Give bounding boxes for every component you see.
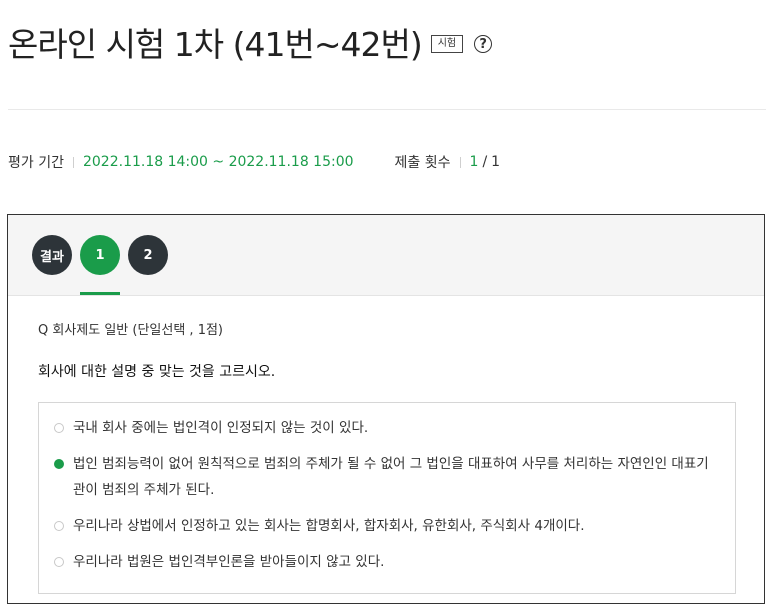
- exam-meta: 평가 기간 2022.11.18 14:00 ~ 2022.11.18 15:0…: [8, 152, 500, 172]
- tab-result[interactable]: 결과: [32, 235, 72, 275]
- radio-button-selected[interactable]: [54, 459, 64, 469]
- tab-question-1[interactable]: 1: [80, 235, 120, 275]
- separator: [459, 156, 461, 168]
- question-panel: 결과 1 2 Q 회사제도 일반 (단일선택 , 1점) 회사에 대한 설명 중…: [7, 214, 765, 604]
- tab-question-2[interactable]: 2: [128, 235, 168, 275]
- submit-count-slash: /: [482, 154, 488, 170]
- period-value: 2022.11.18 14:00 ~ 2022.11.18 15:00: [82, 154, 354, 170]
- question-text: 회사에 대한 설명 중 맞는 것을 고르시오.: [38, 364, 276, 380]
- submit-count-total: 1: [491, 154, 501, 170]
- submit-count-value: 1: [469, 154, 479, 170]
- question-tab-bar: 결과 1 2: [8, 215, 764, 296]
- answer-option[interactable]: 국내 회사 중에는 법인격이 인정되지 않는 것이 있다.: [39, 415, 735, 441]
- answer-option-text: 국내 회사 중에는 법인격이 인정되지 않는 것이 있다.: [73, 420, 369, 436]
- help-icon[interactable]: ?: [474, 35, 493, 53]
- answer-option-text: 법인 범죄능력이 없어 원칙적으로 범죄의 주체가 될 수 없어 그 법인을 대…: [73, 456, 709, 498]
- question-header: Q 회사제도 일반 (단일선택 , 1점): [38, 323, 224, 338]
- title-row: 온라인 시험 1차 (41번~42번) 시험 ?: [8, 18, 493, 66]
- answer-option-text: 우리나라 법원은 법인격부인론을 받아들이지 않고 있다.: [73, 554, 385, 570]
- period-label: 평가 기간: [8, 155, 64, 171]
- radio-button[interactable]: [54, 557, 64, 567]
- radio-button[interactable]: [54, 521, 64, 531]
- page-title: 온라인 시험 1차 (41번~42번): [8, 25, 423, 64]
- answer-option[interactable]: 우리나라 상법에서 인정하고 있는 회사는 합명회사, 합자회사, 유한회사, …: [39, 513, 735, 539]
- radio-button[interactable]: [54, 423, 64, 433]
- header-divider: [8, 109, 766, 110]
- answer-option[interactable]: 우리나라 법원은 법인격부인론을 받아들이지 않고 있다.: [39, 549, 735, 575]
- separator: [72, 156, 74, 168]
- answer-option[interactable]: 법인 범죄능력이 없어 원칙적으로 범죄의 주체가 될 수 없어 그 법인을 대…: [39, 451, 735, 503]
- active-tab-indicator: [80, 292, 120, 295]
- answer-options: 국내 회사 중에는 법인격이 인정되지 않는 것이 있다. 법인 범죄능력이 없…: [38, 402, 736, 594]
- exam-badge: 시험: [430, 35, 464, 53]
- submit-count-label: 제출 횟수: [394, 155, 451, 171]
- answer-option-text: 우리나라 상법에서 인정하고 있는 회사는 합명회사, 합자회사, 유한회사, …: [73, 518, 585, 534]
